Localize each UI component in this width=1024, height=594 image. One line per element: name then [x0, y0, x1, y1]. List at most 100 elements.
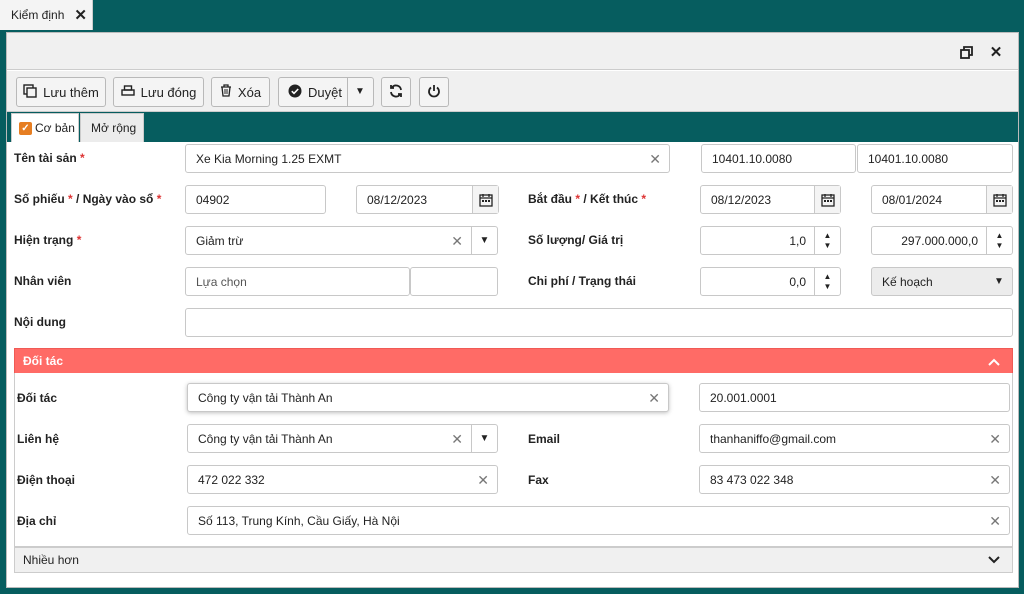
partner-input[interactable]: Công ty vận tải Thành An ✕	[187, 383, 669, 412]
partner-value: Công ty vận tải Thành An	[198, 390, 333, 405]
tab-label: Kiểm định	[11, 8, 65, 22]
address-value: Số 113, Trung Kính, Cầu Giấy, Hà Nội	[198, 513, 400, 528]
power-icon	[427, 84, 441, 101]
delete-button[interactable]: Xóa	[211, 77, 270, 107]
staff-input[interactable]: Lựa chọn	[185, 267, 410, 296]
clear-icon[interactable]: ✕	[989, 472, 1001, 489]
stepper-icon[interactable]: ▲ ▼	[986, 227, 1012, 254]
refresh-icon	[389, 84, 403, 101]
window-close-icon[interactable]: ✕	[986, 42, 1006, 62]
phone-input[interactable]: 472 022 332 ✕	[187, 465, 498, 494]
approve-button[interactable]: Duyệt ▼	[278, 77, 374, 107]
entry-date-value: 08/12/2023	[367, 192, 428, 207]
state-value: Kế hoạch	[882, 274, 933, 289]
content-input[interactable]	[185, 308, 1013, 337]
clear-icon[interactable]: ✕	[649, 151, 661, 168]
status-label: Hiện trạng *	[14, 233, 82, 247]
email-value: thanhaniffo@gmail.com	[710, 431, 837, 446]
save-close-label: Lưu đóng	[140, 84, 197, 100]
tab-basic[interactable]: ✓ Cơ bản	[11, 113, 79, 142]
staff-extra-input[interactable]	[410, 267, 498, 296]
email-label: Email	[528, 432, 561, 446]
asset-input[interactable]: Xe Kia Morning 1.25 EXMT ✕	[185, 144, 670, 173]
delete-label: Xóa	[237, 84, 262, 100]
calendar-icon[interactable]	[814, 186, 840, 213]
address-input[interactable]: Số 113, Trung Kính, Cầu Giấy, Hà Nội ✕	[187, 506, 1010, 535]
tab-extended-label: Mở rộng	[91, 121, 137, 135]
clear-icon[interactable]: ✕	[451, 431, 463, 448]
asset-code-value: 10401.10.0080	[712, 151, 793, 166]
restore-icon[interactable]	[956, 42, 976, 62]
qty-value: 1,0	[789, 233, 806, 248]
more-label: Nhiều hơn	[23, 553, 79, 567]
address-label: Địa chỉ	[17, 514, 57, 528]
chevron-down-icon[interactable]	[988, 552, 1000, 567]
voucher-label: Số phiếu * / Ngày vào sổ *	[14, 192, 162, 206]
trash-icon	[220, 84, 232, 100]
calendar-icon[interactable]	[472, 186, 498, 213]
cost-input[interactable]: 0,0 ▲ ▼	[700, 267, 841, 296]
top-tab-bar	[0, 0, 1024, 30]
chevron-up-icon[interactable]	[988, 354, 1000, 369]
close-tab-icon[interactable]: ✕	[74, 6, 87, 24]
save-more-label: Lưu thêm	[43, 84, 99, 100]
asset-code-input[interactable]: 10401.10.0080	[701, 144, 856, 173]
clear-icon[interactable]: ✕	[989, 431, 1001, 448]
calendar-icon[interactable]	[986, 186, 1012, 213]
state-select[interactable]: Kế hoạch ▼	[871, 267, 1013, 296]
partner-section-title: Đối tác	[23, 354, 64, 368]
end-date-value: 08/01/2024	[882, 192, 943, 207]
status-select[interactable]: Giảm trừ ✕ ▼	[185, 226, 498, 255]
phone-label: Điện thoại	[17, 473, 76, 487]
stepper-icon[interactable]: ▲ ▼	[814, 268, 840, 295]
entry-date-input[interactable]: 08/12/2023	[356, 185, 499, 214]
toolbar: Lưu thêm Lưu đóng Xóa Duyệt ▼	[7, 71, 1018, 112]
amount-input[interactable]: 297.000.000,0 ▲ ▼	[871, 226, 1013, 255]
copy-icon	[23, 83, 37, 101]
qty-input[interactable]: 1,0 ▲ ▼	[700, 226, 841, 255]
clear-icon[interactable]: ✕	[648, 390, 660, 407]
voucher-value: 04902	[196, 192, 230, 207]
approve-dropdown-icon[interactable]: ▼	[355, 86, 365, 97]
asset-code2-input[interactable]: 10401.10.0080	[857, 144, 1013, 173]
partner-code-input[interactable]: 20.001.0001	[699, 383, 1010, 412]
chevron-down-icon[interactable]: ▼	[986, 268, 1012, 295]
end-date-input[interactable]: 08/01/2024	[871, 185, 1013, 214]
save-close-button[interactable]: Lưu đóng	[113, 77, 204, 107]
more-section-header[interactable]: Nhiều hơn	[14, 547, 1013, 573]
clear-icon[interactable]: ✕	[989, 513, 1001, 530]
refresh-button[interactable]	[381, 77, 411, 107]
voucher-input[interactable]: 04902	[185, 185, 326, 214]
power-button[interactable]	[419, 77, 449, 107]
cost-value: 0,0	[789, 274, 806, 289]
checkbox-icon[interactable]: ✓	[19, 121, 32, 135]
contact-label: Liên hệ	[17, 432, 60, 446]
start-date-value: 08/12/2023	[711, 192, 772, 207]
clear-icon[interactable]: ✕	[451, 233, 463, 250]
qty-label: Số lượng/ Giá trị	[528, 233, 624, 247]
tab-kiem-dinh[interactable]: Kiểm định ✕	[0, 0, 93, 30]
fax-value: 83 473 022 348	[710, 472, 794, 487]
approve-label: Duyệt	[308, 84, 342, 100]
asset-code2-value: 10401.10.0080	[868, 151, 949, 166]
clear-icon[interactable]: ✕	[477, 472, 489, 489]
contact-select[interactable]: Công ty vận tải Thành An ✕ ▼	[187, 424, 498, 453]
tab-extended[interactable]: Mở rộng	[80, 113, 144, 142]
staff-placeholder: Lựa chọn	[196, 274, 247, 289]
phone-value: 472 022 332	[198, 472, 265, 487]
chevron-down-icon[interactable]: ▼	[471, 425, 497, 452]
tab-strip	[7, 112, 1018, 142]
cost-label: Chi phí / Trạng thái	[528, 274, 636, 288]
stepper-icon[interactable]: ▲ ▼	[814, 227, 840, 254]
amount-value: 297.000.000,0	[901, 233, 978, 248]
fax-input[interactable]: 83 473 022 348 ✕	[699, 465, 1010, 494]
check-circle-icon	[288, 84, 302, 101]
status-value: Giảm trừ	[196, 233, 244, 248]
start-date-input[interactable]: 08/12/2023	[700, 185, 841, 214]
partner-section-header[interactable]: Đối tác	[14, 348, 1013, 374]
contact-value: Công ty vận tải Thành An	[198, 431, 333, 446]
printer-icon	[120, 84, 135, 100]
email-field[interactable]: thanhaniffo@gmail.com ✕	[699, 424, 1010, 453]
chevron-down-icon[interactable]: ▼	[471, 227, 497, 254]
save-more-button[interactable]: Lưu thêm	[16, 77, 106, 107]
